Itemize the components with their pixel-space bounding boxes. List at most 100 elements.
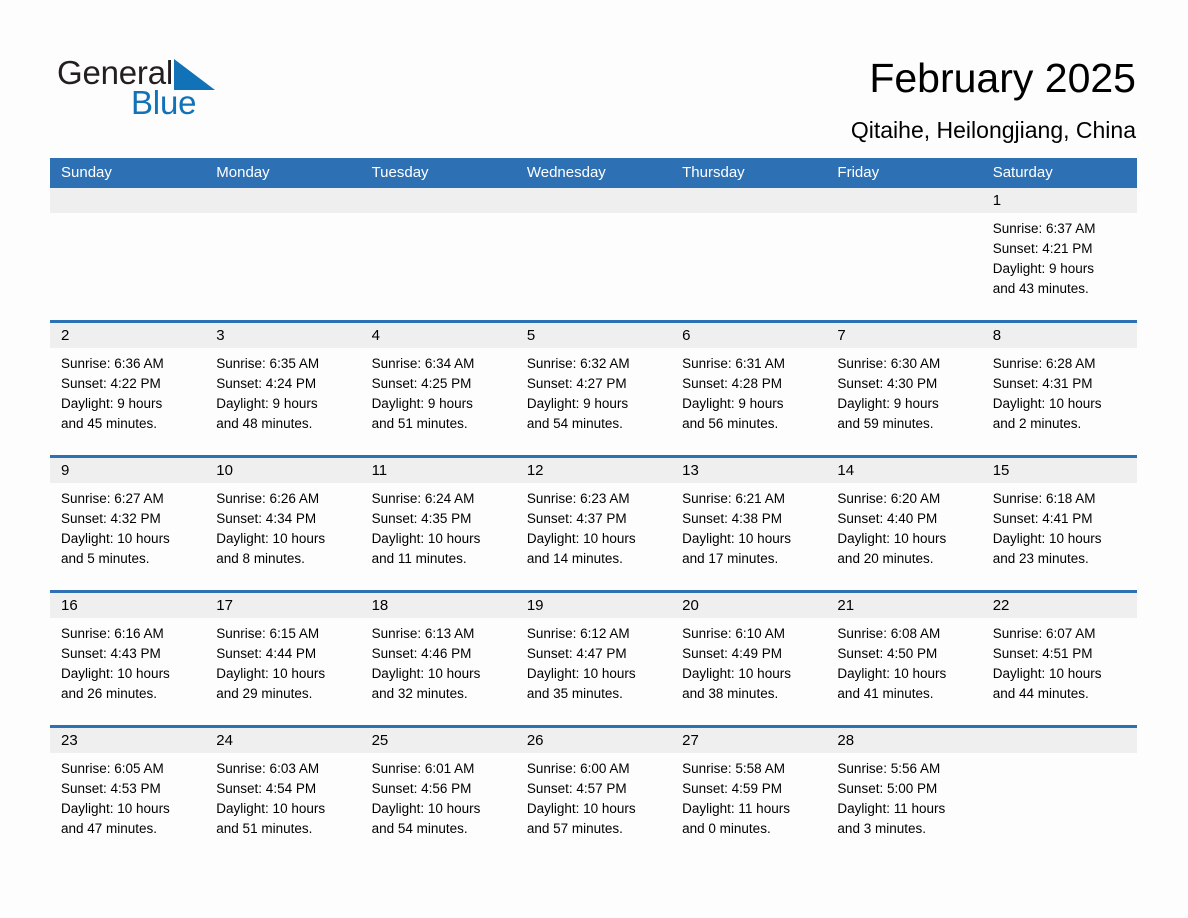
day-cell[interactable]: 19 Sunrise: 6:12 AM Sunset: 4:47 PM Dayligh… xyxy=(515,593,672,725)
day-cell[interactable]: 18 Sunrise: 6:13 AM Sunset: 4:46 PM Dayligh… xyxy=(360,593,516,725)
daylight-text-line2: and 23 minutes. xyxy=(992,551,1089,566)
day-cell[interactable]: 20 Sunrise: 6:10 AM Sunset: 4:49 PM Dayligh… xyxy=(671,593,827,725)
sunrise-text: Sunrise: 6:21 AM xyxy=(682,491,785,506)
day-cell[interactable]: 11 Sunrise: 6:24 AM Sunset: 4:35 PM Dayligh… xyxy=(360,458,516,590)
daylight-text-line2: and 14 minutes. xyxy=(526,551,623,566)
daylight-text-line2: and 59 minutes. xyxy=(837,416,934,431)
day-number-band xyxy=(981,728,1137,753)
day-cell[interactable]: 25 Sunrise: 6:01 AM Sunset: 4:56 PM Dayligh… xyxy=(360,728,516,860)
daylight-text-line2: and 51 minutes. xyxy=(371,416,468,431)
daylight-text-line2: and 8 minutes. xyxy=(216,551,305,566)
day-cell[interactable]: 24 Sunrise: 6:03 AM Sunset: 4:54 PM Dayligh… xyxy=(205,728,361,860)
day-cell-empty xyxy=(981,728,1137,860)
day-cell[interactable]: 5 Sunrise: 6:32 AM Sunset: 4:27 PM Daylight… xyxy=(515,323,672,455)
sunset-text: Sunset: 4:21 PM xyxy=(992,241,1093,256)
day-cell[interactable]: 27 Sunrise: 5:58 AM Sunset: 4:59 PM Dayligh… xyxy=(671,728,827,860)
day-details: Sunrise: 6:23 AM Sunset: 4:37 PM Daylight:… xyxy=(516,483,671,569)
daylight-text-line2: and 56 minutes. xyxy=(682,416,779,431)
logo-text-blue: Blue xyxy=(131,84,197,121)
logo-top-row: General xyxy=(57,56,357,94)
sunset-text: Sunset: 4:34 PM xyxy=(216,511,317,526)
day-cell[interactable]: 9 Sunrise: 6:27 AM Sunset: 4:32 PM Daylight… xyxy=(50,458,206,590)
day-cell[interactable]: 22 Sunrise: 6:07 AM Sunset: 4:51 PM Dayligh… xyxy=(981,593,1137,725)
sunset-text: Sunset: 4:27 PM xyxy=(526,376,627,391)
day-details: Sunrise: 6:07 AM Sunset: 4:51 PM Daylight:… xyxy=(982,618,1137,704)
daylight-text-line1: Daylight: 10 hours xyxy=(837,531,947,546)
day-cell[interactable]: 7 Sunrise: 6:30 AM Sunset: 4:30 PM Daylight… xyxy=(826,323,982,455)
day-cell[interactable]: 17 Sunrise: 6:15 AM Sunset: 4:44 PM Dayligh… xyxy=(205,593,361,725)
day-cell[interactable]: 28 Sunrise: 5:56 AM Sunset: 5:00 PM Dayligh… xyxy=(826,728,982,860)
sunrise-text: Sunrise: 6:16 AM xyxy=(61,626,164,641)
day-cell[interactable]: 12 Sunrise: 6:23 AM Sunset: 4:37 PM Dayligh… xyxy=(515,458,672,590)
day-details: Sunrise: 6:18 AM Sunset: 4:41 PM Daylight:… xyxy=(982,483,1137,569)
day-cell[interactable]: 16 Sunrise: 6:16 AM Sunset: 4:43 PM Dayligh… xyxy=(50,593,206,725)
day-cell[interactable]: 15 Sunrise: 6:18 AM Sunset: 4:41 PM Dayligh… xyxy=(981,458,1137,590)
sunrise-text: Sunrise: 6:00 AM xyxy=(526,761,630,776)
day-number: 17 xyxy=(205,593,361,618)
sunrise-text: Sunrise: 5:56 AM xyxy=(837,761,941,776)
day-details: Sunrise: 6:05 AM Sunset: 4:53 PM Daylight:… xyxy=(50,753,205,839)
day-cell[interactable]: 6 Sunrise: 6:31 AM Sunset: 4:28 PM Daylight… xyxy=(671,323,827,455)
daylight-text-line1: Daylight: 10 hours xyxy=(216,531,326,546)
day-cell[interactable]: 10 Sunrise: 6:26 AM Sunset: 4:34 PM Dayligh… xyxy=(205,458,361,590)
day-details: Sunrise: 6:26 AM Sunset: 4:34 PM Daylight:… xyxy=(205,483,360,569)
day-cell[interactable]: 14 Sunrise: 6:20 AM Sunset: 4:40 PM Dayligh… xyxy=(826,458,982,590)
day-cell[interactable]: 26 Sunrise: 6:00 AM Sunset: 4:57 PM Dayligh… xyxy=(515,728,672,860)
daylight-text-line2: and 3 minutes. xyxy=(837,821,926,836)
day-number-band xyxy=(360,188,516,213)
day-details: Sunrise: 5:58 AM Sunset: 4:59 PM Daylight:… xyxy=(671,753,826,839)
day-number: 28 xyxy=(826,728,982,753)
daylight-text-line1: Daylight: 9 hours xyxy=(682,396,784,411)
day-cell[interactable]: 21 Sunrise: 6:08 AM Sunset: 4:50 PM Dayligh… xyxy=(826,593,982,725)
day-cell[interactable]: 4 Sunrise: 6:34 AM Sunset: 4:25 PM Daylight… xyxy=(360,323,516,455)
day-details: Sunrise: 6:37 AM Sunset: 4:21 PM Daylight:… xyxy=(982,213,1137,299)
day-cell[interactable]: 8 Sunrise: 6:28 AM Sunset: 4:31 PM Daylight… xyxy=(981,323,1137,455)
day-cell[interactable]: 23 Sunrise: 6:05 AM Sunset: 4:53 PM Dayligh… xyxy=(50,728,206,860)
day-number: 7 xyxy=(826,323,982,348)
sunrise-text: Sunrise: 6:10 AM xyxy=(682,626,785,641)
sunrise-text: Sunrise: 6:28 AM xyxy=(992,356,1096,371)
sunset-text: Sunset: 4:32 PM xyxy=(61,511,161,526)
day-number-band xyxy=(826,188,982,213)
daylight-text-line2: and 5 minutes. xyxy=(61,551,150,566)
daylight-text-line1: Daylight: 10 hours xyxy=(526,531,636,546)
day-details: Sunrise: 6:35 AM Sunset: 4:24 PM Daylight:… xyxy=(205,348,360,434)
daylight-text-line2: and 17 minutes. xyxy=(682,551,779,566)
sunset-text: Sunset: 4:37 PM xyxy=(526,511,627,526)
daylight-text-line1: Daylight: 10 hours xyxy=(216,801,326,816)
day-number: 1 xyxy=(981,188,1137,213)
sunrise-text: Sunrise: 6:37 AM xyxy=(992,221,1096,236)
daylight-text-line2: and 54 minutes. xyxy=(526,416,623,431)
day-number: 5 xyxy=(515,323,672,348)
day-cell[interactable]: 13 Sunrise: 6:21 AM Sunset: 4:38 PM Dayligh… xyxy=(671,458,827,590)
generalblue-logo[interactable]: General Blue xyxy=(57,56,357,126)
daylight-text-line1: Daylight: 10 hours xyxy=(682,531,791,546)
sunset-text: Sunset: 4:30 PM xyxy=(837,376,938,391)
daylight-text-line1: Daylight: 10 hours xyxy=(526,801,636,816)
day-cell-empty xyxy=(826,188,982,320)
sunset-text: Sunset: 5:00 PM xyxy=(837,781,938,796)
sunrise-text: Sunrise: 6:32 AM xyxy=(526,356,630,371)
daylight-text-line1: Daylight: 10 hours xyxy=(682,666,791,681)
daylight-text-line2: and 20 minutes. xyxy=(837,551,934,566)
day-details: Sunrise: 6:12 AM Sunset: 4:47 PM Daylight:… xyxy=(516,618,671,704)
day-number-band xyxy=(50,188,206,213)
sunrise-text: Sunrise: 6:31 AM xyxy=(682,356,785,371)
sunset-text: Sunset: 4:25 PM xyxy=(371,376,472,391)
sunset-text: Sunset: 4:56 PM xyxy=(371,781,472,796)
day-details: Sunrise: 6:03 AM Sunset: 4:54 PM Daylight:… xyxy=(205,753,360,839)
day-cell[interactable]: 2 Sunrise: 6:36 AM Sunset: 4:22 PM Daylight… xyxy=(50,323,206,455)
sunrise-text: Sunrise: 6:03 AM xyxy=(216,761,320,776)
day-number: 25 xyxy=(360,728,516,753)
daylight-text-line2: and 43 minutes. xyxy=(992,281,1089,296)
day-cell[interactable]: 3 Sunrise: 6:35 AM Sunset: 4:24 PM Daylight… xyxy=(205,323,361,455)
sunset-text: Sunset: 4:59 PM xyxy=(682,781,782,796)
day-number: 8 xyxy=(981,323,1137,348)
daylight-text-line2: and 0 minutes. xyxy=(682,821,771,836)
sunset-text: Sunset: 4:53 PM xyxy=(61,781,161,796)
daylight-text-line1: Daylight: 9 hours xyxy=(61,396,163,411)
weekday-header-friday: Friday xyxy=(837,164,880,181)
sunset-text: Sunset: 4:46 PM xyxy=(371,646,472,661)
day-cell[interactable]: 1 Sunrise: 6:37 AM Sunset: 4:21 PM Daylight… xyxy=(981,188,1137,320)
daylight-text-line1: Daylight: 10 hours xyxy=(61,801,170,816)
